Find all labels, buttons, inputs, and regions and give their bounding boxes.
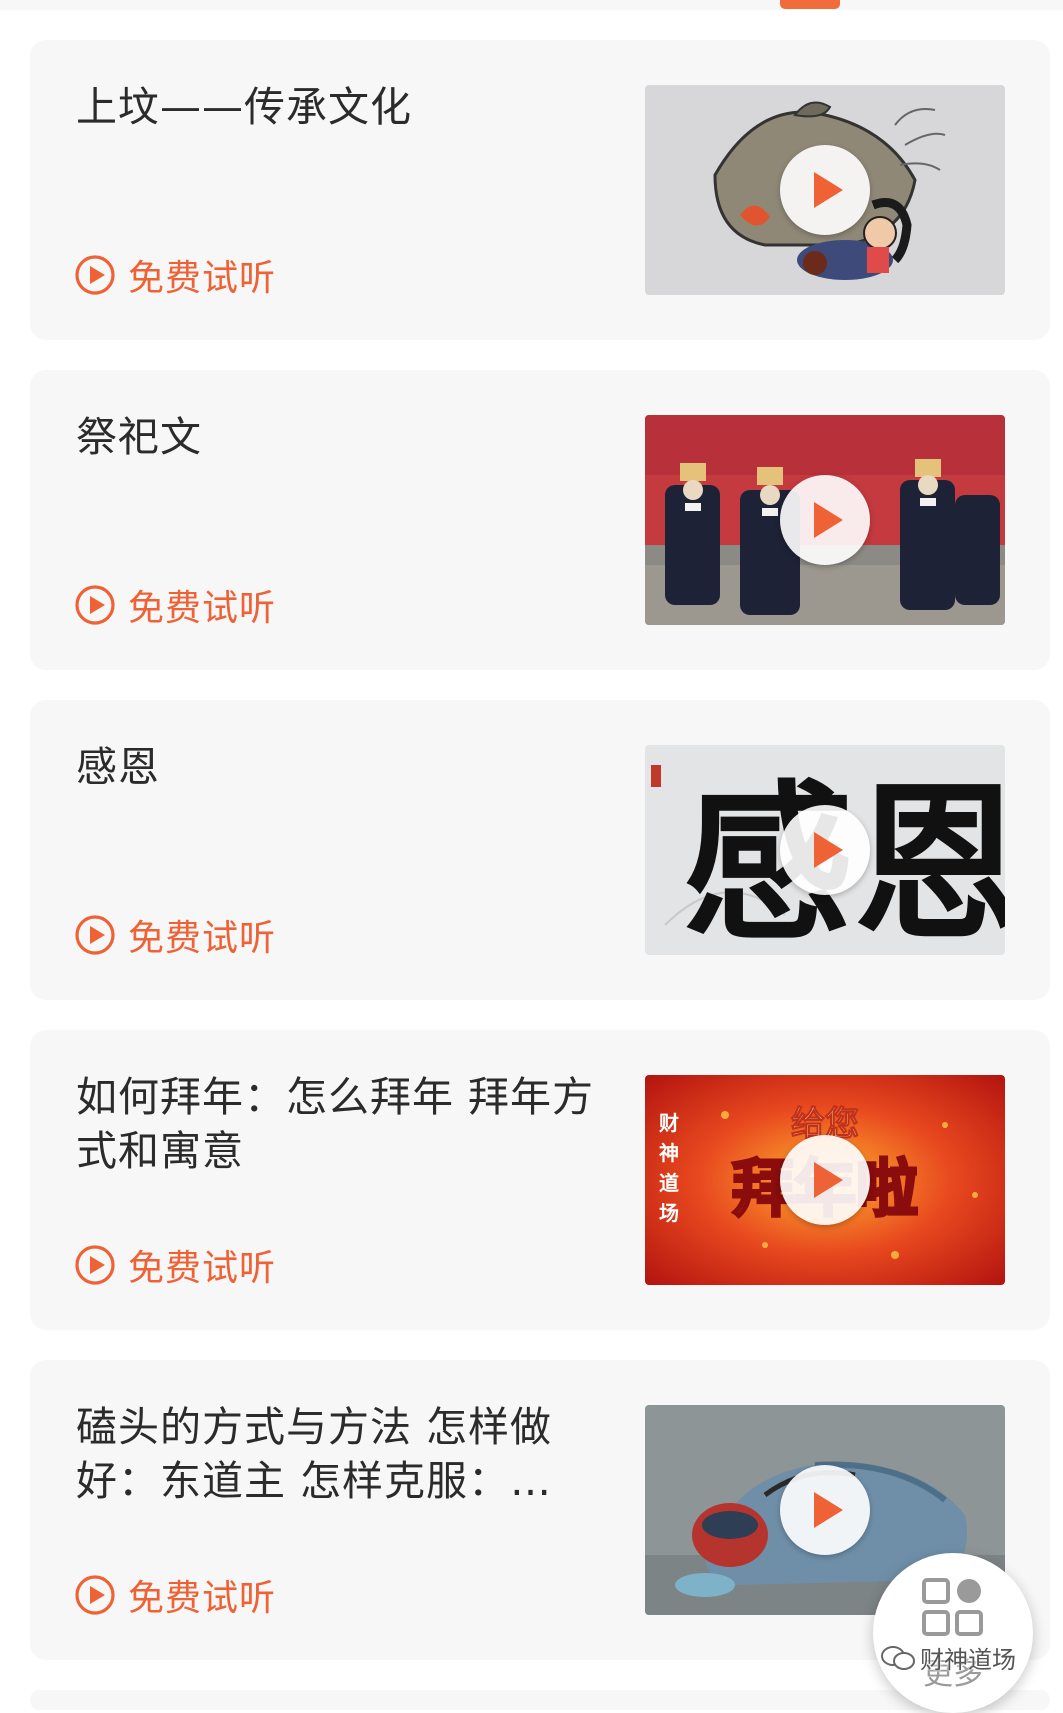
play-circle-icon (75, 1245, 115, 1285)
more-button[interactable]: 更多 (873, 1553, 1033, 1713)
play-icon (814, 1492, 843, 1528)
free-trial-button[interactable]: 免费试听 (74, 1242, 277, 1289)
free-trial-label: 免费试听 (128, 588, 277, 629)
free-trial-button[interactable]: 免费试听 (74, 582, 277, 629)
play-circle-icon (75, 915, 115, 955)
play-circle-icon (75, 1575, 115, 1615)
watermark-text: 财神道场 (920, 1646, 1016, 1674)
play-circle-icon (75, 255, 115, 295)
svg-text:道: 道 (659, 1171, 679, 1195)
play-button[interactable] (780, 145, 870, 235)
wechat-icon (881, 1645, 915, 1670)
play-button[interactable] (780, 805, 870, 895)
play-button[interactable] (780, 475, 870, 565)
svg-text:神: 神 (659, 1141, 679, 1165)
course-card[interactable]: 上坟——传承文化 免费试听 (30, 40, 1050, 340)
watermark: 财神道场 (880, 1640, 1016, 1675)
active-tab-indicator (780, 0, 840, 9)
course-thumbnail[interactable]: 给您 拜年啦 财神道场 (645, 1075, 1005, 1285)
play-button[interactable] (780, 1135, 870, 1225)
svg-text:场: 场 (659, 1201, 679, 1225)
grid-icon (922, 1578, 983, 1636)
play-icon (814, 832, 843, 868)
play-icon (814, 172, 843, 208)
svg-text:财: 财 (659, 1111, 679, 1135)
free-trial-button[interactable]: 免费试听 (74, 1572, 277, 1619)
course-card-partial[interactable] (30, 1690, 1050, 1710)
play-circle-icon (75, 585, 115, 625)
course-thumbnail[interactable] (645, 85, 1005, 295)
free-trial-label: 免费试听 (128, 1578, 277, 1619)
course-card[interactable]: 祭祀文 免费试听 (30, 370, 1050, 670)
free-trial-button[interactable]: 免费试听 (74, 912, 277, 959)
course-title: 磕头的方式与方法 怎样做好：东道主 怎样克服：… (76, 1403, 553, 1505)
play-icon (814, 1162, 843, 1198)
course-thumbnail[interactable]: 感恩 (645, 745, 1005, 955)
free-trial-label: 免费试听 (128, 918, 277, 959)
free-trial-button[interactable]: 免费试听 (74, 252, 277, 299)
course-title: 感恩 (76, 743, 160, 791)
course-title: 上坟——传承文化 (76, 83, 412, 131)
course-thumbnail[interactable] (645, 415, 1005, 625)
free-trial-label: 免费试听 (128, 258, 277, 299)
play-button[interactable] (780, 1465, 870, 1555)
course-title: 祭祀文 (76, 413, 202, 461)
play-icon (814, 502, 843, 538)
top-tab-bar (0, 0, 1063, 10)
course-card[interactable]: 感恩 免费试听 感恩 (30, 700, 1050, 1000)
course-title: 如何拜年：怎么拜年 拜年方式和寓意 (76, 1073, 595, 1175)
free-trial-label: 免费试听 (128, 1248, 277, 1289)
course-card[interactable]: 如何拜年：怎么拜年 拜年方式和寓意 免费试听 给您 拜年啦 (30, 1030, 1050, 1330)
